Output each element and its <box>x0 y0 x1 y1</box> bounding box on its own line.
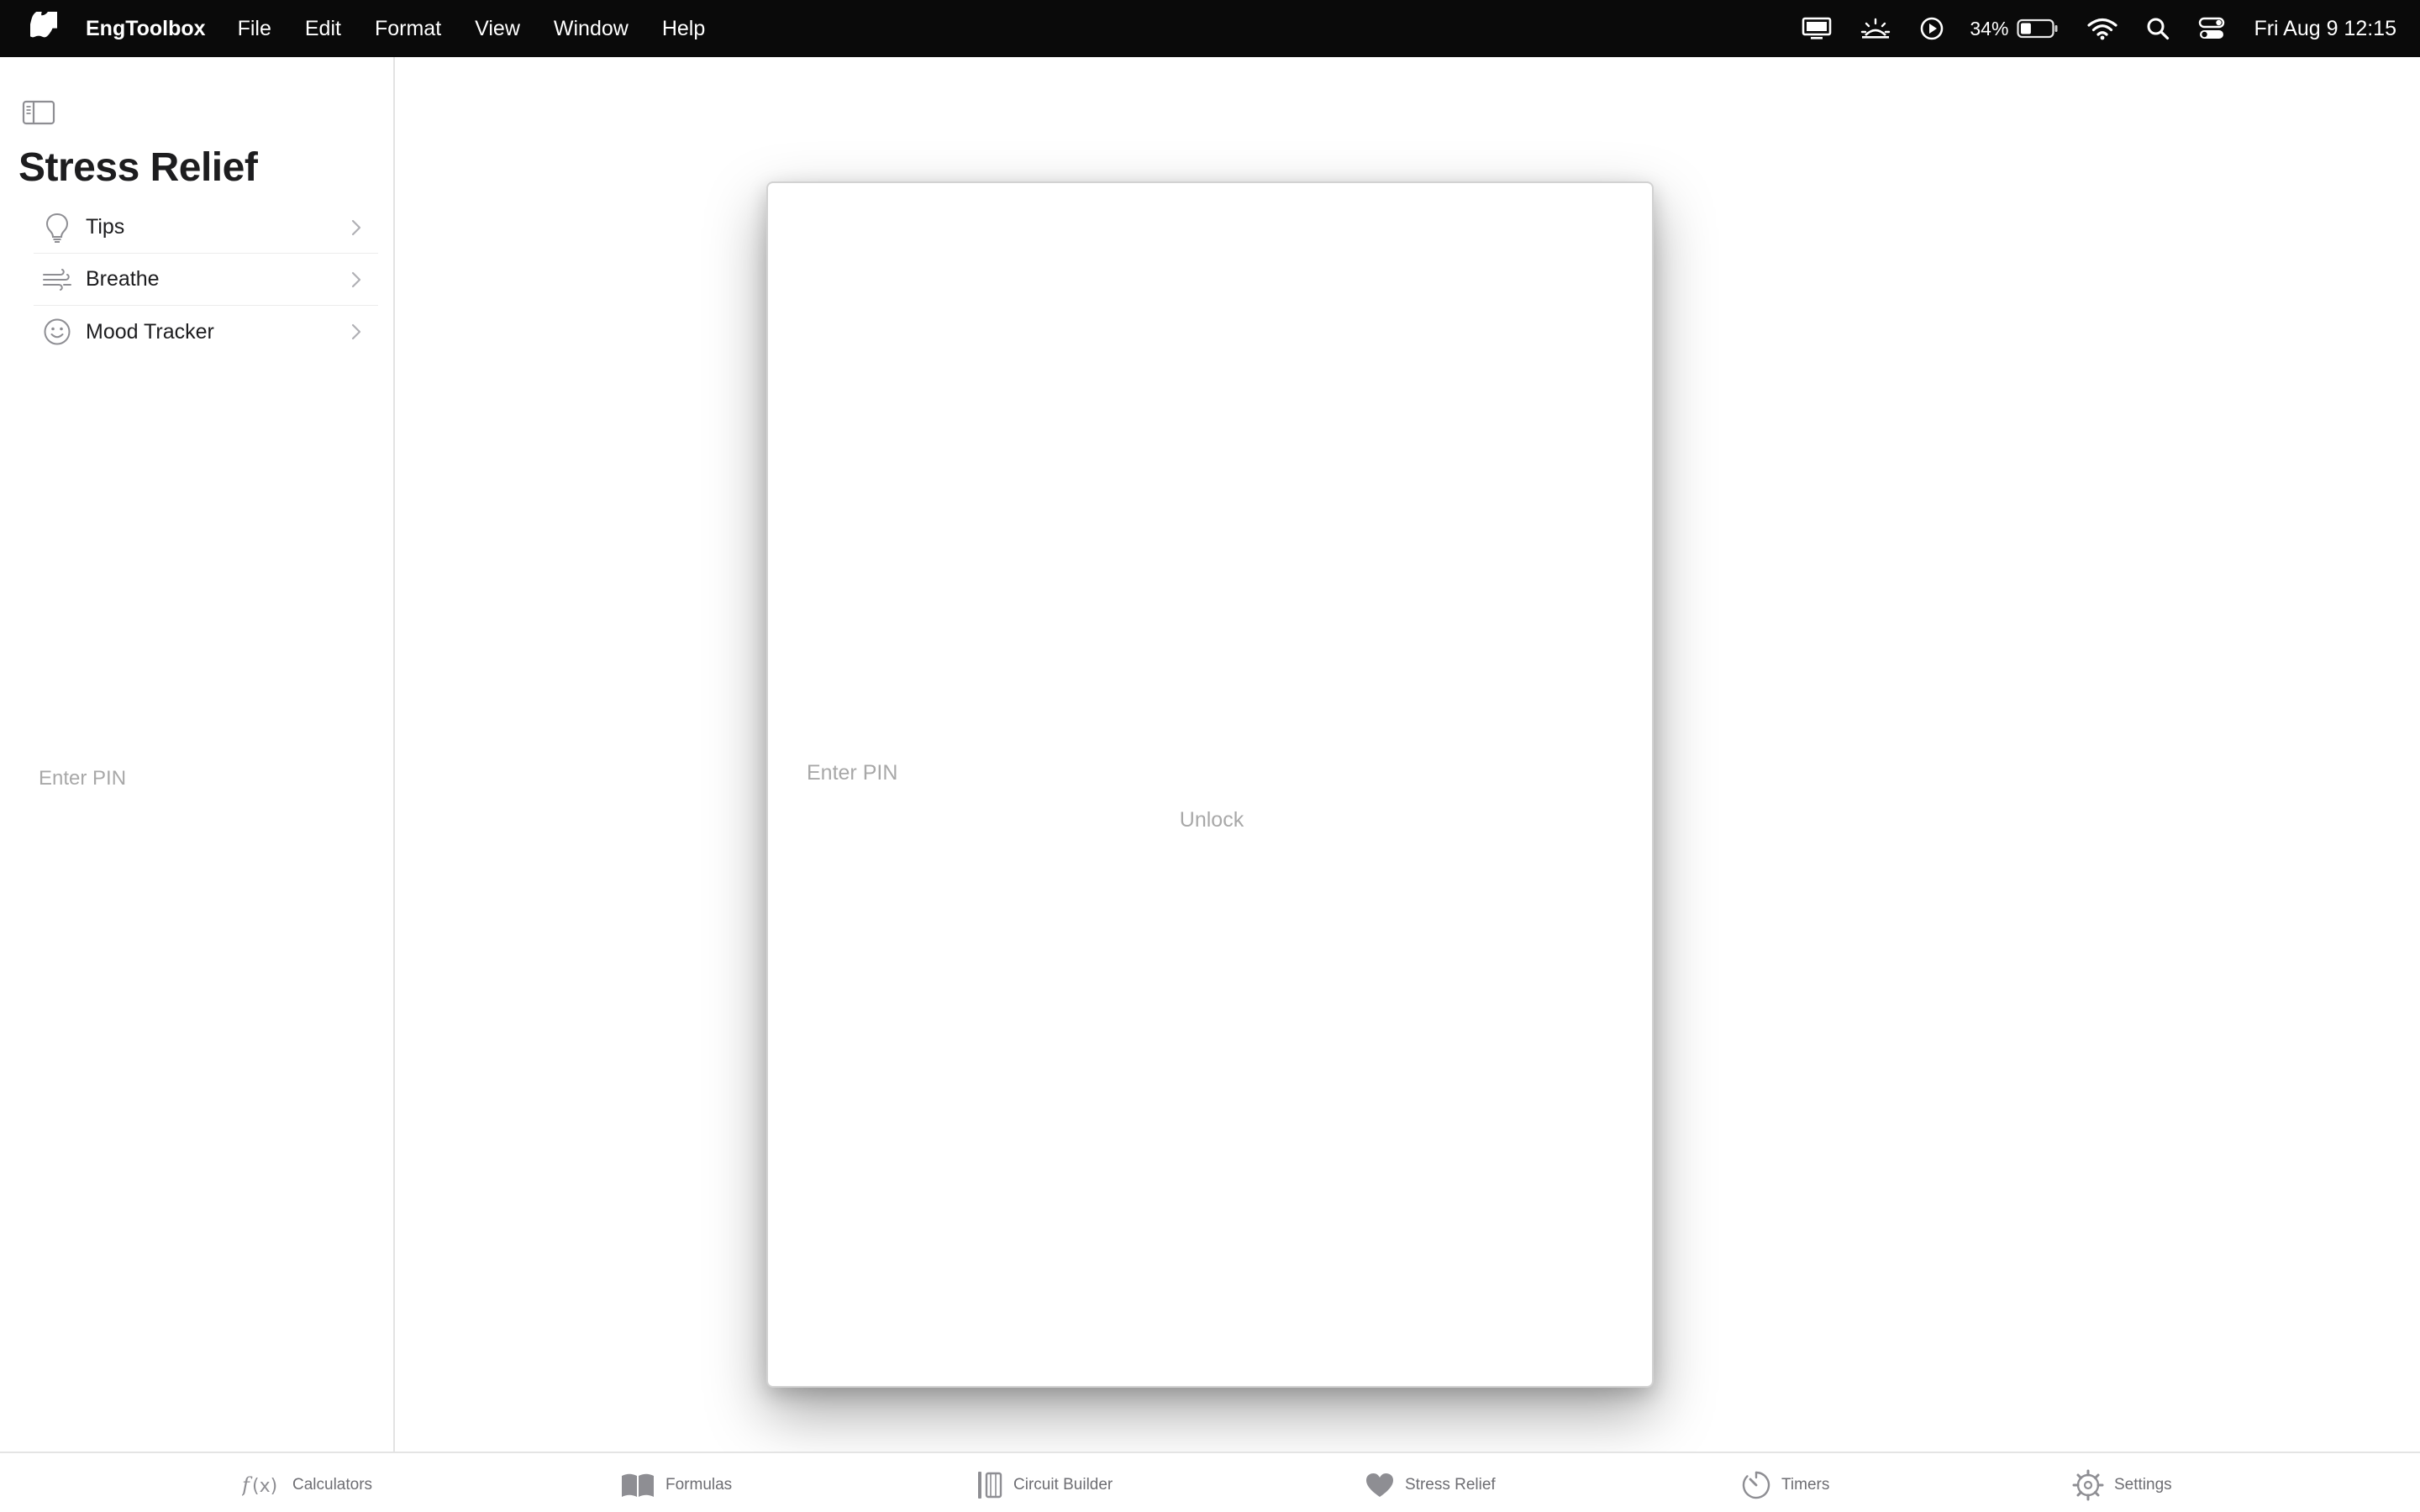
tab-label: Settings <box>2114 1476 2172 1494</box>
menu-bar: EngToolbox File Edit Format View Window … <box>0 0 2420 57</box>
format-menu[interactable]: Format <box>375 17 441 41</box>
help-menu[interactable]: Help <box>662 17 705 41</box>
sidebar: Stress Relief Tips Breathe Mood Tracker … <box>0 57 395 1452</box>
tab-circuit-builder[interactable]: Circuit Builder <box>976 1468 1113 1502</box>
control-center-icon[interactable] <box>2198 17 2225 40</box>
spotlight-search-icon[interactable] <box>2146 17 2170 40</box>
tab-bar: f (x) Calculators Formulas Circuit Builde… <box>0 1452 2420 1512</box>
app-menu[interactable]: EngToolbox <box>86 17 206 41</box>
sidebar-item-mood-tracker[interactable]: Mood Tracker <box>34 306 378 358</box>
tab-settings[interactable]: Settings <box>2072 1468 2172 1502</box>
brightness-icon[interactable] <box>1860 17 1891 40</box>
chevron-right-icon <box>351 219 361 236</box>
tab-label: Circuit Builder <box>1013 1476 1113 1494</box>
sidebar-item-label: Breathe <box>86 267 160 291</box>
tab-label: Stress Relief <box>1405 1476 1496 1494</box>
tab-calculators[interactable]: f (x) Calculators <box>242 1468 372 1502</box>
wind-icon <box>40 263 74 297</box>
tab-stress-relief[interactable]: Stress Relief <box>1365 1468 1496 1502</box>
unlock-button[interactable]: Unlock <box>768 808 1655 832</box>
window-menu[interactable]: Window <box>554 17 629 41</box>
sidebar-item-label: Tips <box>86 215 125 239</box>
gear-icon <box>2072 1469 2104 1501</box>
now-playing-icon[interactable] <box>1919 16 1944 41</box>
sidebar-pin-hint: Enter PIN <box>39 767 127 790</box>
file-menu[interactable]: File <box>238 17 271 41</box>
status-area: 34% Fri Aug 9 12:15 <box>1773 0 2396 57</box>
timer-icon <box>1741 1470 1771 1500</box>
battery-percent: 34% <box>1970 17 2009 39</box>
sidebar-toggle-icon[interactable] <box>22 99 55 126</box>
tab-label: Formulas <box>666 1476 733 1494</box>
chevron-right-icon <box>351 323 361 340</box>
tab-formulas[interactable]: Formulas <box>620 1468 732 1502</box>
pin-lock-dialog: Unlock <box>766 181 1654 1388</box>
wifi-icon[interactable] <box>2087 17 2118 40</box>
heart-icon <box>1365 1472 1395 1499</box>
edit-menu[interactable]: Edit <box>305 17 341 41</box>
tab-timers[interactable]: Timers <box>1741 1468 1829 1502</box>
tab-label: Timers <box>1781 1476 1830 1494</box>
pin-input[interactable] <box>807 756 1613 790</box>
smiley-icon <box>40 315 74 349</box>
sidebar-nav: Tips Breathe Mood Tracker <box>34 202 378 358</box>
svg-text:(x): (x) <box>252 1476 277 1497</box>
apple-logo-icon[interactable] <box>30 12 57 44</box>
display-icon[interactable] <box>1802 17 1832 40</box>
view-menu[interactable]: View <box>475 17 520 41</box>
book-icon <box>620 1472 655 1499</box>
battery-icon[interactable] <box>2017 18 2059 39</box>
sidebar-title: Stress Relief <box>18 145 258 190</box>
chevron-right-icon <box>351 271 361 288</box>
sidebar-item-label: Mood Tracker <box>86 319 214 344</box>
lightbulb-icon <box>40 211 74 244</box>
circuit-icon <box>976 1470 1003 1500</box>
menubar-clock[interactable]: Fri Aug 9 12:15 <box>2254 17 2396 41</box>
sidebar-item-breathe[interactable]: Breathe <box>34 254 378 306</box>
tab-label: Calculators <box>292 1476 373 1494</box>
sidebar-item-tips[interactable]: Tips <box>34 202 378 254</box>
function-icon: f (x) <box>242 1473 282 1498</box>
